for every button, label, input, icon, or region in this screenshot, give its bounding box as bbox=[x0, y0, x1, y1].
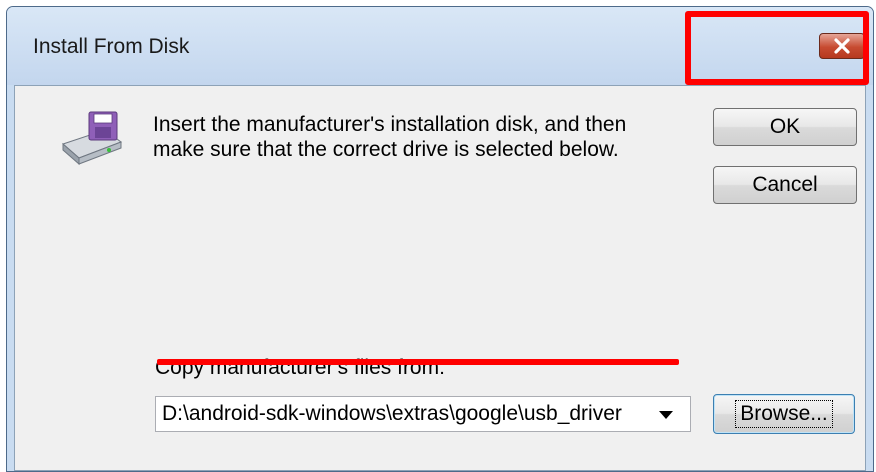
dialog-body: Insert the manufacturer's installation d… bbox=[14, 85, 866, 471]
browse-button[interactable]: Browse... bbox=[713, 394, 855, 434]
browse-button-label: Browse... bbox=[735, 400, 833, 428]
cancel-button[interactable]: Cancel bbox=[713, 166, 857, 204]
instruction-text: Insert the manufacturer's installation d… bbox=[153, 113, 627, 161]
floppy-disk-drive-icon bbox=[62, 111, 123, 166]
dropdown-button[interactable] bbox=[652, 406, 680, 424]
copy-from-path-value[interactable]: D:\android-sdk-windows\extras\google\usb… bbox=[162, 402, 642, 426]
path-highlight-underline bbox=[157, 359, 679, 365]
ok-button[interactable]: OK bbox=[713, 108, 857, 146]
dialog-title: Install From Disk bbox=[33, 35, 190, 58]
copy-from-combobox[interactable]: D:\android-sdk-windows\extras\google\usb… bbox=[155, 396, 691, 432]
ok-button-highlight bbox=[685, 11, 869, 85]
install-from-disk-dialog: Install From Disk Insert the manufacture… bbox=[6, 6, 874, 472]
chevron-down-icon bbox=[659, 411, 673, 419]
